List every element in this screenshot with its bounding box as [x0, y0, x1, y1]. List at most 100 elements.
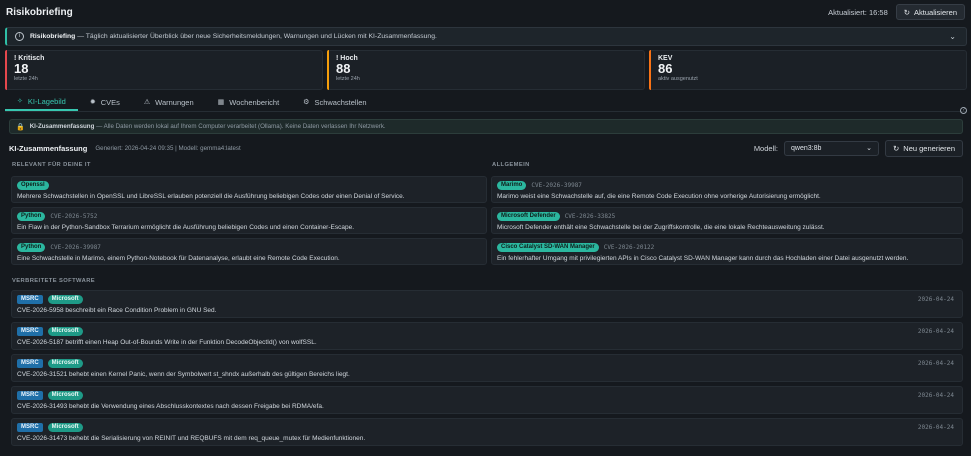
- stat-value: 88: [336, 61, 351, 76]
- summary-controls: Modell: qwen3:8b ⌄ ↻ Neu generieren: [753, 139, 963, 157]
- updated-time: Aktualisiert: 16:58: [828, 7, 888, 17]
- gear-icon: ⚙: [303, 99, 310, 106]
- stat-sub: letzte 24h: [336, 76, 360, 82]
- relevant-card[interactable]: Python CVE-2026-5752 Ein Flaw in der Pyth…: [11, 207, 487, 234]
- tab-label: Warnungen: [155, 97, 194, 107]
- summary-title: KI-Zusammenfassung: [9, 143, 88, 153]
- software-card[interactable]: MSRC Microsoft CVE-2026-31473 behebt die …: [11, 418, 963, 446]
- cve-id: CVE-2026-20122: [603, 244, 655, 251]
- model-label: Modell:: [753, 143, 778, 153]
- card-text: CVE-2026-31473 behebt die Serialisierung…: [17, 435, 366, 442]
- software-card[interactable]: MSRC Microsoft CVE-2026-5958 beschreibt e…: [11, 290, 963, 318]
- source-tag: MSRC: [17, 295, 43, 304]
- vendor-tag: Microsoft: [47, 327, 83, 336]
- banner-title: Risikobriefing: [30, 33, 76, 40]
- privacy-text: KI-Zusammenfassung — Alle Daten werden l…: [30, 123, 386, 130]
- card-date: 2026-04-24: [917, 360, 954, 367]
- section-general: ALLGEMEIN: [492, 162, 530, 168]
- general-card[interactable]: Cisco Catalyst SD-WAN Manager CVE-2026-20…: [491, 238, 963, 265]
- source-tag: MSRC: [17, 391, 43, 400]
- card-text: CVE-2026-5187 betrifft einen Heap Out-of…: [17, 339, 317, 346]
- tab-schwachstellen[interactable]: ⚙ Schwachstellen: [291, 93, 378, 111]
- stat-card-high[interactable]: ! Hoch 88 letzte 24h: [327, 50, 645, 90]
- summary-meta: Generiert: 2026-04-24 09:35 | Modell: ge…: [95, 144, 241, 152]
- section-software: VERBREITETE SOFTWARE: [12, 278, 96, 284]
- top-right: Aktualisiert: 16:58 ↻ Aktualisieren: [828, 4, 965, 20]
- card-date: 2026-04-24: [917, 424, 954, 431]
- cve-id: CVE-2026-33825: [564, 213, 616, 220]
- stat-value: 86: [658, 61, 673, 76]
- product-tag: Cisco Catalyst SD-WAN Manager: [497, 243, 599, 252]
- refresh-label: Aktualisieren: [914, 7, 957, 17]
- summary-header: KI-Zusammenfassung Generiert: 2026-04-24…: [9, 139, 963, 157]
- software-card[interactable]: MSRC Microsoft CVE-2026-31493 behebt die …: [11, 386, 963, 414]
- card-text: CVE-2026-5958 beschreibt ein Race Condit…: [17, 307, 217, 314]
- product-tag: Microsoft Defender: [497, 212, 560, 221]
- tab-ki-lagebild[interactable]: ✧ KI-Lagebild: [5, 93, 78, 111]
- card-text: Microsoft Defender enthält eine Schwachs…: [497, 224, 825, 231]
- refresh-icon: ↻: [903, 7, 911, 17]
- refresh-icon: ↻: [893, 143, 900, 153]
- privacy-notice: 🔒 KI-Zusammenfassung — Alle Daten werden…: [9, 119, 963, 134]
- general-card[interactable]: Microsoft Defender CVE-2026-33825 Microso…: [491, 207, 963, 234]
- bug-icon: ✹: [89, 99, 96, 106]
- stat-sub: letzte 24h: [14, 76, 38, 82]
- stats-row: ! Kritisch 18 letzte 24h ! Hoch 88 letzt…: [5, 50, 967, 90]
- calendar-icon: ▦: [217, 99, 225, 106]
- help-icon[interactable]: ?: [960, 107, 967, 114]
- source-tag: MSRC: [17, 359, 43, 368]
- model-value: qwen3:8b: [791, 144, 822, 152]
- regenerate-button[interactable]: ↻ Neu generieren: [885, 139, 963, 157]
- info-banner[interactable]: i Risikobriefing — Täglich aktualisierte…: [5, 27, 967, 46]
- product-tag: Marimo: [497, 181, 527, 190]
- cve-id: CVE-2026-39987: [531, 182, 582, 189]
- stat-card-kev[interactable]: KEV 86 aktiv ausgenutzt: [649, 50, 967, 90]
- refresh-button[interactable]: ↻ Aktualisieren: [895, 4, 965, 20]
- vendor-tag: Microsoft: [47, 295, 83, 304]
- tab-label: CVEs: [100, 97, 120, 107]
- tab-cves[interactable]: ✹ CVEs: [78, 93, 132, 111]
- warning-icon: ⚠: [143, 99, 151, 106]
- vendor-tag: Microsoft: [47, 423, 83, 432]
- card-text: Ein fehlerhafter Umgang mit privilegiert…: [497, 255, 909, 262]
- card-text: Marimo weist eine Schwachstelle auf, die…: [497, 193, 821, 200]
- tab-label: KI-Lagebild: [27, 96, 66, 106]
- section-relevant: RELEVANT FÜR DEINE IT: [12, 162, 91, 168]
- product-tag: Openssl: [17, 181, 49, 190]
- privacy-title: KI-Zusammenfassung: [29, 123, 95, 130]
- top-bar: Risikobriefing Aktualisiert: 16:58 ↻ Akt…: [0, 0, 971, 24]
- cve-id: CVE-2026-39987: [50, 244, 101, 251]
- vendor-tag: Microsoft: [47, 391, 83, 400]
- software-card[interactable]: MSRC Microsoft CVE-2026-5187 betrifft ein…: [11, 322, 963, 350]
- tab-label: Wochenbericht: [229, 97, 280, 107]
- general-card[interactable]: Marimo CVE-2026-39987 Marimo weist eine S…: [491, 176, 963, 203]
- card-text: Ein Flaw in der Python-Sandbox Terrarium…: [17, 224, 354, 231]
- product-tag: Python: [17, 212, 46, 221]
- cve-id: CVE-2026-5752: [50, 213, 98, 220]
- source-tag: MSRC: [17, 327, 43, 336]
- banner-text: Risikobriefing — Täglich aktualisierter …: [30, 33, 437, 40]
- card-date: 2026-04-24: [917, 328, 954, 335]
- page-title: Risikobriefing: [6, 6, 73, 18]
- model-select[interactable]: qwen3:8b ⌄: [784, 140, 879, 156]
- stat-card-critical[interactable]: ! Kritisch 18 letzte 24h: [5, 50, 323, 90]
- card-text: Mehrere Schwachstellen in OpenSSL und Li…: [17, 193, 405, 200]
- stat-value: 18: [14, 61, 29, 76]
- software-card[interactable]: MSRC Microsoft CVE-2026-31521 behebt eine…: [11, 354, 963, 382]
- card-text: CVE-2026-31521 behebt einen Kernel Panic…: [17, 371, 350, 378]
- relevant-card[interactable]: Python CVE-2026-39987 Eine Schwachstelle …: [11, 238, 487, 265]
- vendor-tag: Microsoft: [47, 359, 83, 368]
- stat-sub: aktiv ausgenutzt: [658, 76, 698, 82]
- chevron-down-icon[interactable]: ⌄: [949, 32, 956, 41]
- tab-wochenbericht[interactable]: ▦ Wochenbericht: [206, 93, 292, 111]
- privacy-description: — Alle Daten werden lokal auf Ihrem Comp…: [94, 123, 386, 130]
- card-text: CVE-2026-31493 behebt die Verwendung ein…: [17, 403, 324, 410]
- source-tag: MSRC: [17, 423, 43, 432]
- card-text: Eine Schwachstelle in Marimo, einem Pyth…: [17, 255, 340, 262]
- relevant-card[interactable]: Openssl Mehrere Schwachstellen in OpenSS…: [11, 176, 487, 203]
- card-date: 2026-04-24: [917, 392, 954, 399]
- regenerate-label: Neu generieren: [903, 143, 955, 153]
- lock-icon: 🔒: [16, 123, 25, 131]
- tab-warnungen[interactable]: ⚠ Warnungen: [132, 93, 206, 111]
- chevron-down-icon: ⌄: [866, 145, 872, 152]
